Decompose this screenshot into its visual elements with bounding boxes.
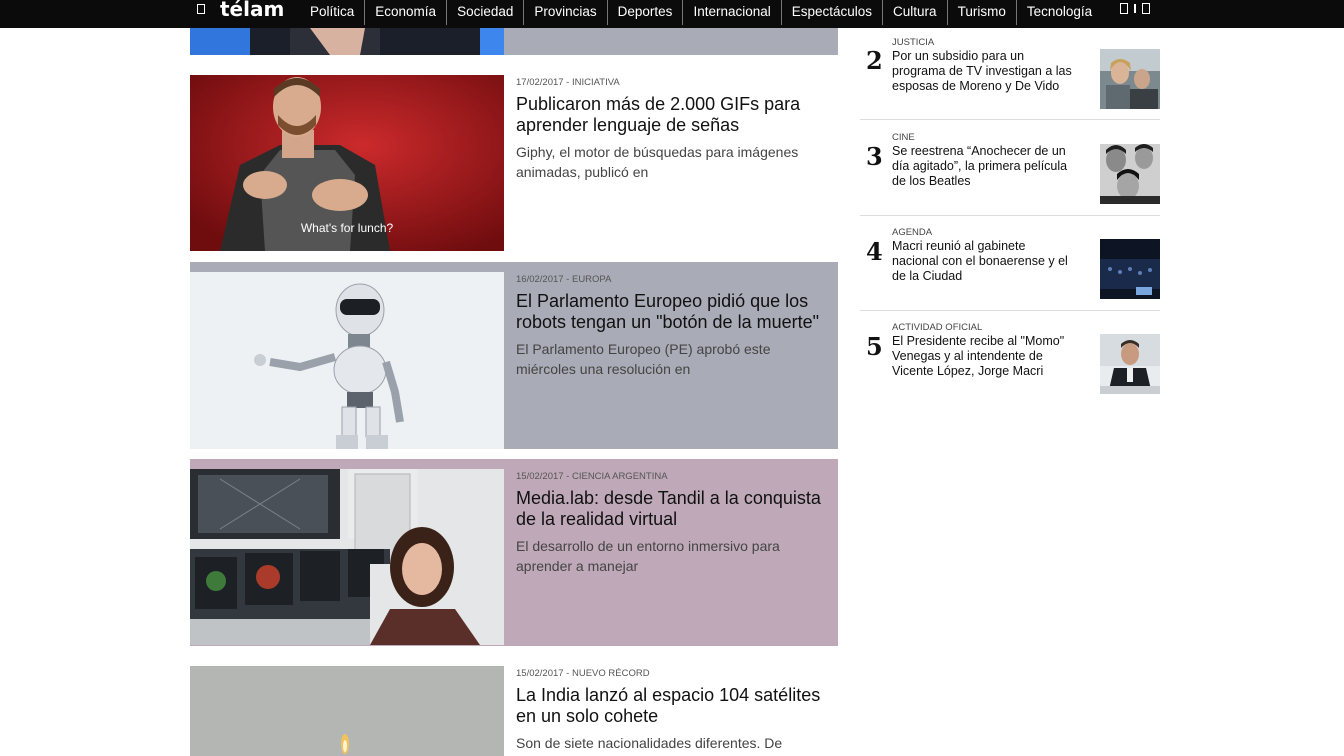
menu-icon[interactable] bbox=[197, 4, 205, 14]
article-title[interactable]: Publicaron más de 2.000 GIFs para aprend… bbox=[516, 94, 834, 136]
square-icon[interactable] bbox=[1141, 3, 1150, 14]
ranking-title[interactable]: Se reestrena “Anochecer de un día agitad… bbox=[892, 144, 1072, 189]
nav-item-cultura[interactable]: Cultura bbox=[882, 0, 947, 25]
article-meta: 15/02/2017 - NUEVO RÉCORD bbox=[516, 668, 650, 679]
article-text: 15/02/2017 - CIENCIA ARGENTINA Media.lab… bbox=[516, 470, 834, 576]
article-text: 15/02/2017 - NUEVO RÉCORD La India lanzó… bbox=[516, 667, 834, 753]
article-image[interactable] bbox=[190, 272, 504, 449]
site-logo[interactable]: télam bbox=[220, 0, 284, 21]
article-title[interactable]: El Parlamento Europeo pidió que los robo… bbox=[516, 291, 834, 333]
nav-item-internacional[interactable]: Internacional bbox=[682, 0, 780, 25]
ranking-thumbnail[interactable] bbox=[1100, 49, 1160, 109]
nav-item-turismo[interactable]: Turismo bbox=[946, 0, 1016, 25]
article-image[interactable] bbox=[190, 28, 504, 55]
top-icons bbox=[1120, 3, 1150, 14]
article-text: 16/02/2017 - EUROPA El Parlamento Europe… bbox=[516, 273, 834, 379]
ranking-item[interactable]: 2 JUSTICIA Por un subsidio para un progr… bbox=[860, 28, 1160, 120]
article-card[interactable]: What's for lunch? 17/02/2017 - INICIATIV… bbox=[190, 75, 838, 251]
ranking-category: JUSTICIA bbox=[892, 37, 935, 48]
article-title[interactable]: Media.lab: desde Tandil a la conquista d… bbox=[516, 488, 834, 530]
article-card[interactable]: 15/02/2017 - CIENCIA ARGENTINA Media.lab… bbox=[190, 459, 838, 646]
article-card[interactable]: 15/02/2017 - NUEVO RÉCORD La India lanzó… bbox=[190, 666, 838, 756]
nav-item-deportes[interactable]: Deportes bbox=[606, 0, 683, 25]
top-navbar: télam Política Economía Sociedad Provinc… bbox=[0, 0, 1344, 28]
ranking-number: 2 bbox=[866, 46, 883, 75]
nav-item-espectaculos[interactable]: Espectáculos bbox=[780, 0, 882, 25]
article-card[interactable]: 16/02/2017 - EUROPA El Parlamento Europe… bbox=[190, 262, 838, 449]
square-icon[interactable] bbox=[1120, 3, 1128, 14]
article-meta: 16/02/2017 - EUROPA bbox=[516, 274, 612, 285]
ranking-category: ACTIVIDAD OFICIAL bbox=[892, 322, 983, 333]
article-meta: 17/02/2017 - INICIATIVA bbox=[516, 77, 620, 88]
article-image[interactable]: What's for lunch? bbox=[190, 75, 504, 251]
nav-item-politica[interactable]: Política bbox=[300, 0, 364, 25]
ranking-title[interactable]: El Presidente recibe al "Momo" Venegas y… bbox=[892, 334, 1072, 379]
section-nav: Política Economía Sociedad Provincias De… bbox=[300, 0, 1102, 28]
article-image[interactable] bbox=[190, 666, 504, 756]
ranking-number: 5 bbox=[866, 332, 883, 361]
article-summary: El desarrollo de un entorno inmersivo pa… bbox=[516, 538, 780, 574]
article-meta: 15/02/2017 - CIENCIA ARGENTINA bbox=[516, 471, 668, 482]
ranking-item[interactable]: 5 ACTIVIDAD OFICIAL El Presidente recibe… bbox=[860, 310, 1160, 394]
ranking-thumbnail[interactable] bbox=[1100, 239, 1160, 299]
nav-item-economia[interactable]: Economía bbox=[364, 0, 446, 25]
article-title[interactable]: La India lanzó al espacio 104 satélites … bbox=[516, 685, 834, 727]
article-summary: Son de siete nacionalidades diferentes. … bbox=[516, 735, 783, 751]
divider-icon bbox=[1134, 4, 1136, 13]
nav-item-tecnologia[interactable]: Tecnología bbox=[1015, 0, 1102, 25]
article-text: 17/02/2017 - INICIATIVA Publicaron más d… bbox=[516, 76, 834, 182]
article-card-partial[interactable] bbox=[190, 28, 838, 55]
image-caption: What's for lunch? bbox=[300, 221, 394, 235]
ranking-number: 4 bbox=[866, 237, 883, 266]
ranking-number: 3 bbox=[866, 142, 883, 171]
ranking-thumbnail[interactable] bbox=[1100, 334, 1160, 394]
ranking-category: CINE bbox=[892, 132, 915, 143]
ranking-category: AGENDA bbox=[892, 227, 933, 238]
ranking-item[interactable]: 3 CINE Se reestrena “Anochecer de un día… bbox=[860, 120, 1160, 216]
ranking-title[interactable]: Por un subsidio para un programa de TV i… bbox=[892, 49, 1072, 94]
ranking-item[interactable]: 4 AGENDA Macri reunió al gabinete nacion… bbox=[860, 215, 1160, 311]
article-image[interactable] bbox=[190, 469, 504, 645]
article-summary: El Parlamento Europeo (PE) aprobó este m… bbox=[516, 341, 771, 377]
nav-item-sociedad[interactable]: Sociedad bbox=[446, 0, 523, 25]
article-summary: Giphy, el motor de búsquedas para imágen… bbox=[516, 144, 799, 180]
ranking-thumbnail[interactable] bbox=[1100, 144, 1160, 204]
nav-item-provincias[interactable]: Provincias bbox=[523, 0, 606, 25]
ranking-title[interactable]: Macri reunió al gabinete nacional con el… bbox=[892, 239, 1072, 284]
